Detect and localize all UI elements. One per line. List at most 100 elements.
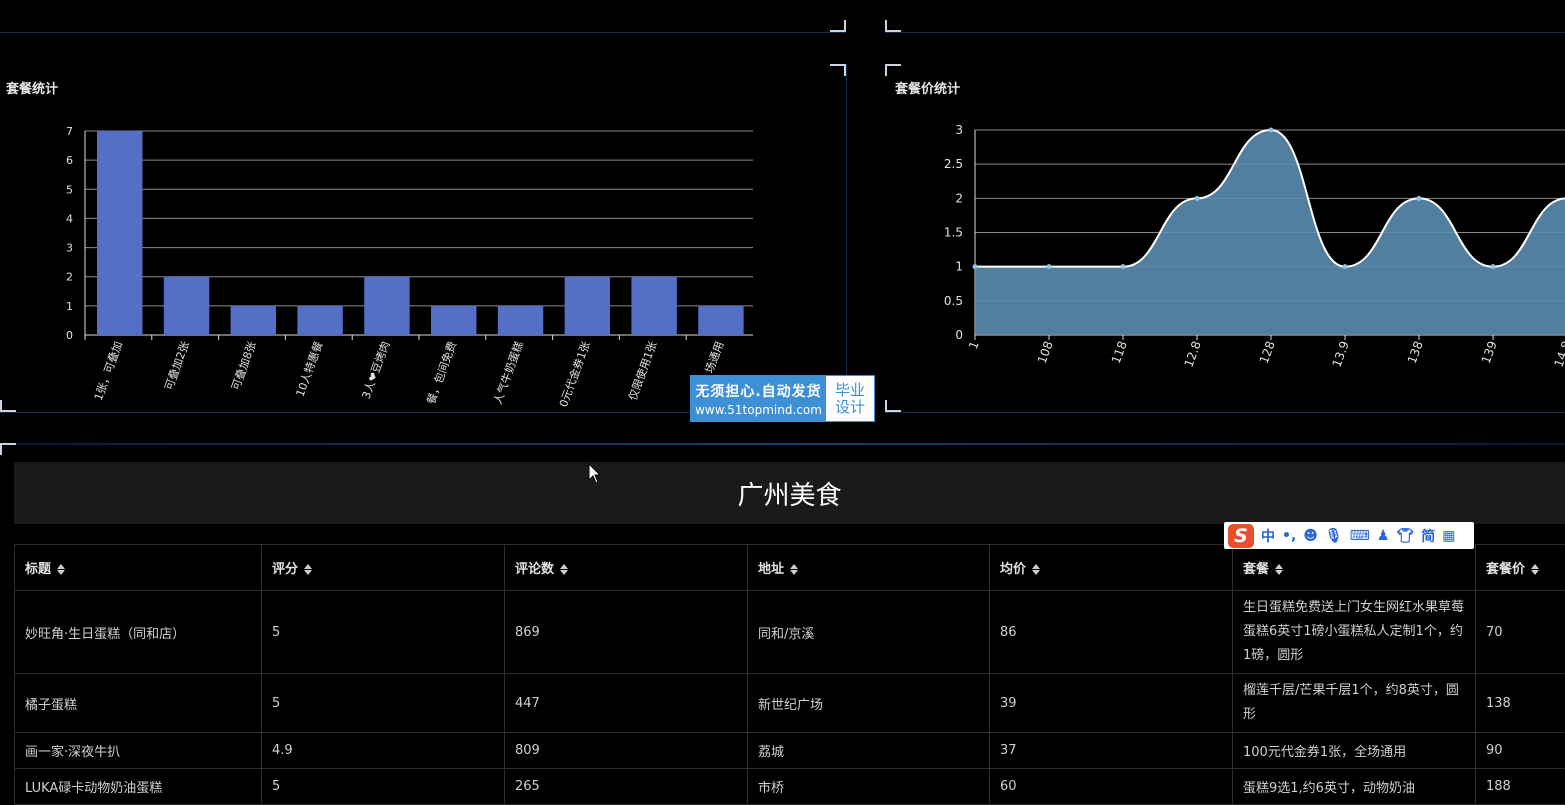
table-row: 画一家·深夜牛扒 4.9 809 荔城 37 100元代金券1张，全场通用 90 — [15, 733, 1565, 769]
cell-address: 新世纪广场 — [748, 674, 990, 733]
watermark-url: www.51topmind.com — [695, 403, 822, 417]
data-point — [1121, 264, 1126, 269]
ime-toolbar[interactable]: S 中 •, ☻ 🎙︎ ⌨ ♟ 👕︎ 简 ▦ — [1224, 522, 1474, 549]
sort-icon[interactable] — [1531, 564, 1539, 575]
data-point — [1343, 264, 1348, 269]
table-row: 橘子蛋糕 5 447 新世纪广场 39 榴莲千层/芒果千层1个，约8英寸，圆形 … — [15, 674, 1565, 733]
y-tick-label: 4 — [66, 212, 73, 225]
y-tick-label: 2.5 — [944, 157, 963, 171]
y-tick-label: 5 — [66, 183, 73, 196]
data-point — [973, 264, 978, 269]
x-tick-label: 12.8 — [1182, 339, 1204, 369]
cell-package: 榴莲千层/芒果千层1个，约8英寸，圆形 — [1233, 674, 1476, 733]
ime-skin-icon[interactable]: 👕︎ — [1396, 528, 1414, 544]
column-header-address[interactable]: 地址 — [748, 545, 990, 591]
bar — [364, 277, 409, 335]
data-point — [1047, 264, 1052, 269]
cell-rating: 5 — [262, 769, 505, 805]
package-price-panel: 套餐价统计 00.511.522.53110811812.812813.9138… — [885, 64, 1565, 413]
watermark-text: 无须担心.自动发货 www.51topmind.com — [691, 376, 826, 421]
x-tick-label: 10人特惠餐 — [293, 339, 326, 398]
watermark-badge-line2: 设计 — [835, 399, 865, 416]
x-tick-label: 3人❤豆烤肉 — [359, 339, 393, 400]
x-tick-label: 可叠加8张 — [229, 340, 259, 392]
x-tick-label: 13.9 — [1330, 339, 1352, 369]
column-header-package[interactable]: 套餐 — [1233, 545, 1476, 591]
data-point — [1195, 196, 1200, 201]
y-tick-label: 3 — [66, 242, 73, 255]
ime-emoji-icon[interactable]: ☻ — [1303, 528, 1318, 544]
cell-reviews: 265 — [505, 769, 748, 805]
ime-punctuation-toggle[interactable]: •, — [1282, 528, 1296, 544]
ime-microphone-icon[interactable]: 🎙︎ — [1325, 528, 1343, 544]
cell-rating: 4.9 — [262, 733, 505, 769]
sort-icon[interactable] — [304, 564, 312, 575]
y-tick-label: 7 — [66, 125, 73, 138]
package-stats-panel: 套餐统计 012345671张，可叠加可叠加2张可叠加8张10人特惠餐3人❤豆烤… — [0, 64, 847, 413]
watermark-slogan: 无须担心.自动发货 — [695, 381, 821, 401]
table-row: LUKA碌卡动物奶油蛋糕 5 265 市桥 60 蛋糕9选1,约6英寸，动物奶油… — [15, 769, 1565, 805]
sort-icon[interactable] — [1275, 564, 1283, 575]
y-tick-label: 3 — [955, 123, 963, 137]
mouse-cursor-icon — [588, 463, 602, 485]
ime-simplified-toggle[interactable]: 简 — [1421, 526, 1435, 546]
cell-avg-price: 37 — [990, 733, 1233, 769]
table-row: 妙旺角·生日蛋糕（同和店） 5 869 同和/京溪 86 生日蛋糕免费送上门女生… — [15, 591, 1565, 674]
cell-reviews: 447 — [505, 674, 748, 733]
sort-icon[interactable] — [560, 564, 568, 575]
food-data-table: 标题 评分 评论数 地址 均价 套餐 套餐价 妙旺角·生日蛋糕（同和店） 5 8… — [14, 544, 1565, 805]
column-header-rating[interactable]: 评分 — [262, 545, 505, 591]
sort-icon[interactable] — [57, 564, 65, 575]
x-tick-label: 14.8 — [1552, 339, 1565, 369]
column-header-reviews[interactable]: 评论数 — [505, 545, 748, 591]
cell-reviews: 809 — [505, 733, 748, 769]
bar — [565, 277, 610, 335]
column-header-avg-price[interactable]: 均价 — [990, 545, 1233, 591]
watermark-logo-text: 毕业 设计 — [826, 376, 874, 421]
ime-user-icon[interactable]: ♟ — [1377, 528, 1390, 544]
cell-package-price: 138 — [1476, 674, 1565, 733]
y-tick-label: 2 — [955, 191, 963, 205]
bar — [631, 277, 676, 335]
ime-toolbox-icon[interactable]: ▦ — [1442, 528, 1455, 544]
y-tick-label: 2 — [66, 271, 73, 284]
cell-package: 生日蛋糕免费送上门女生网红水果草莓蛋糕6英寸1磅小蛋糕私人定制1个，约1磅，圆形 — [1233, 591, 1476, 674]
x-tick-label: 1 — [966, 339, 982, 351]
x-tick-label: 139 — [1479, 339, 1500, 365]
cell-package: 蛋糕9选1,约6英寸，动物奶油 — [1233, 769, 1476, 805]
ime-logo-icon[interactable]: S — [1228, 524, 1254, 548]
x-tick-label: 场通用 — [702, 339, 726, 375]
data-point — [1417, 196, 1422, 201]
column-header-title[interactable]: 标题 — [15, 545, 262, 591]
top-right-panel-frame — [885, 0, 1565, 33]
x-tick-label: 138 — [1405, 339, 1426, 365]
cell-package: 100元代金券1张，全场通用 — [1233, 733, 1476, 769]
data-point — [1491, 264, 1496, 269]
cell-avg-price: 86 — [990, 591, 1233, 674]
table-header-row: 标题 评分 评论数 地址 均价 套餐 套餐价 — [15, 545, 1565, 591]
column-header-package-price[interactable]: 套餐价 — [1476, 545, 1565, 591]
x-tick-label: 餐，包间免费 — [423, 339, 459, 406]
y-tick-label: 6 — [66, 154, 73, 167]
y-tick-label: 1.5 — [944, 226, 963, 240]
y-tick-label: 1 — [955, 260, 963, 274]
section-title: 广州美食 — [14, 462, 1565, 524]
sort-icon[interactable] — [790, 564, 798, 575]
cell-package-price: 90 — [1476, 733, 1565, 769]
x-tick-label: 人气牛奶蛋糕 — [490, 339, 526, 406]
cell-rating: 5 — [262, 674, 505, 733]
section-divider — [0, 443, 1565, 445]
corner-bottom-right — [830, 20, 846, 32]
cell-reviews: 869 — [505, 591, 748, 674]
data-point — [1269, 128, 1274, 133]
cell-title: LUKA碌卡动物奶油蛋糕 — [15, 769, 262, 805]
bar — [297, 306, 342, 335]
ime-keyboard-icon[interactable]: ⌨ — [1350, 528, 1370, 544]
top-left-panel-frame — [0, 0, 846, 33]
bar — [498, 306, 543, 335]
sort-icon[interactable] — [1032, 564, 1040, 575]
ime-mode-toggle[interactable]: 中 — [1261, 526, 1275, 546]
cell-package-price: 70 — [1476, 591, 1565, 674]
x-tick-label: 0元代金券1张 — [556, 339, 593, 409]
bar — [231, 306, 276, 335]
